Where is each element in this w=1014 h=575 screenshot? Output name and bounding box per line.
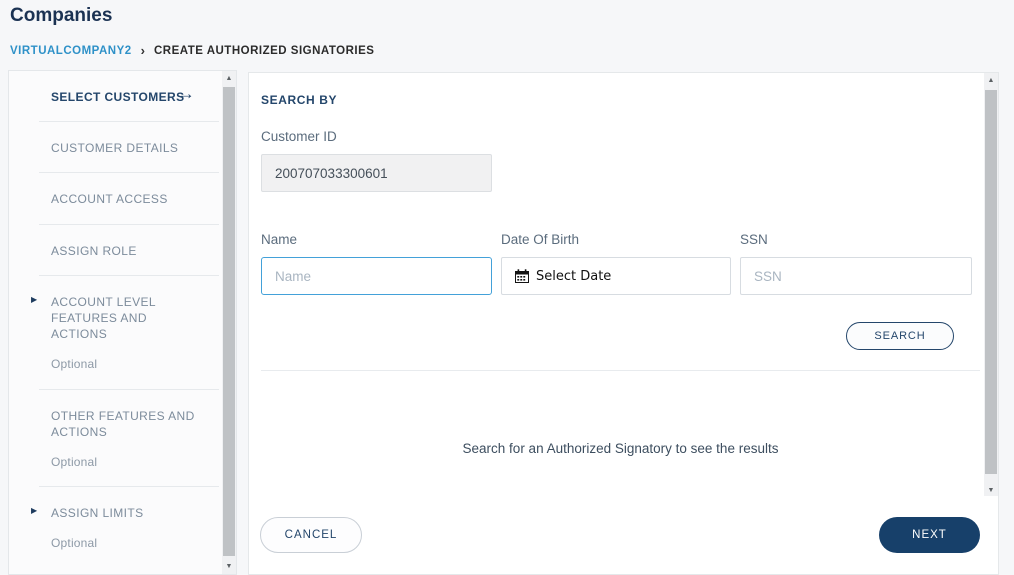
customer-id-label: Customer ID <box>261 129 337 144</box>
results-scrollbar-thumb[interactable] <box>985 90 997 474</box>
customer-id-block: Customer ID <box>261 129 958 192</box>
ssn-label: SSN <box>740 232 768 247</box>
sidebar-scrollbar-thumb[interactable] <box>223 87 235 556</box>
sidebar-scrollbar[interactable]: ▲ ▼ <box>222 71 236 574</box>
scroll-up-icon[interactable]: ▲ <box>222 71 236 86</box>
sidebar-item-assign-role[interactable]: ASSIGN ROLE <box>9 225 222 276</box>
next-button[interactable]: NEXT <box>879 517 980 553</box>
sidebar-item-optional-tag: Optional <box>51 536 98 551</box>
search-fields-row: Name Date Of Birth <box>261 232 972 295</box>
customer-id-field <box>261 154 492 192</box>
sidebar-item-assign-limits[interactable]: ▶ ASSIGN LIMITS Optional <box>9 487 222 568</box>
breadcrumb-company-link[interactable]: VIRTUALCOMPANY2 <box>10 45 132 57</box>
sidebar-item-label: OTHER FEATURES AND ACTIONS <box>51 408 195 439</box>
sidebar-item-account-level-features[interactable]: ▶ ACCOUNT LEVEL FEATURES AND ACTIONS Opt… <box>9 276 222 390</box>
cancel-button[interactable]: CANCEL <box>260 517 362 553</box>
results-scrollbar[interactable]: ▲ ▼ <box>984 73 998 498</box>
breadcrumb: VIRTUALCOMPANY2 › CREATE AUTHORIZED SIGN… <box>10 42 375 58</box>
breadcrumb-current: CREATE AUTHORIZED SIGNATORIES <box>154 45 375 57</box>
ssn-field[interactable] <box>740 257 972 295</box>
sidebar-item-optional-tag: Optional <box>51 454 98 469</box>
sidebar-item-select-customers[interactable]: SELECT CUSTOMERS → <box>9 71 222 123</box>
name-field-group: Name <box>261 232 492 295</box>
scroll-down-icon[interactable]: ▼ <box>222 559 236 574</box>
empty-results-message: Search for an Authorized Signatory to se… <box>462 441 779 456</box>
calendar-icon <box>515 269 529 283</box>
sidebar-item-label: CUSTOMER DETAILS <box>51 141 179 156</box>
expand-triangle-icon[interactable]: ▶ <box>31 506 38 517</box>
sidebar-item-label: ASSIGN LIMITS <box>51 506 144 521</box>
name-field[interactable] <box>261 257 492 295</box>
ssn-field-group: SSN <box>740 232 972 295</box>
scroll-up-icon[interactable]: ▲ <box>984 73 998 88</box>
date-picker-placeholder: Select Date <box>536 268 612 284</box>
results-divider <box>261 370 980 371</box>
sidebar-item-other-features[interactable]: OTHER FEATURES AND ACTIONS Optional <box>9 390 222 488</box>
search-button-row: SEARCH <box>261 322 958 350</box>
create-signatories-panel: SEARCH BY Customer ID Name Date Of Birth <box>248 72 999 575</box>
sidebar-item-customer-details[interactable]: CUSTOMER DETAILS <box>9 122 222 174</box>
sidebar-item-label: ACCOUNT ACCESS <box>51 192 168 207</box>
search-by-heading: SEARCH BY <box>261 93 338 107</box>
sidebar-item-account-access[interactable]: ACCOUNT ACCESS <box>9 173 222 225</box>
search-form: SEARCH BY Customer ID Name Date Of Birth <box>249 73 998 456</box>
wizard-steps-list: SELECT CUSTOMERS → CUSTOMER DETAILS ACCO… <box>9 71 222 574</box>
companies-screen: Companies VIRTUALCOMPANY2 › CREATE AUTHO… <box>0 0 1014 575</box>
search-scroll-area: SEARCH BY Customer ID Name Date Of Birth <box>249 73 998 499</box>
wizard-steps-sidebar: SELECT CUSTOMERS → CUSTOMER DETAILS ACCO… <box>8 70 237 575</box>
expand-triangle-icon[interactable]: ▶ <box>31 295 38 306</box>
search-button[interactable]: SEARCH <box>846 322 954 350</box>
chevron-right-icon: › <box>140 42 145 58</box>
sidebar-item-optional-tag: Optional <box>51 357 98 372</box>
dob-field-group: Date Of Birth Select Date <box>501 232 731 295</box>
page-title: Companies <box>10 5 113 26</box>
wizard-footer: CANCEL NEXT <box>249 496 998 574</box>
date-picker-field[interactable]: Select Date <box>501 257 731 295</box>
arrow-right-icon: → <box>177 84 195 103</box>
sidebar-item-label: ACCOUNT LEVEL FEATURES AND ACTIONS <box>51 294 156 342</box>
name-label: Name <box>261 232 298 247</box>
sidebar-item-label: ASSIGN ROLE <box>51 243 137 258</box>
dob-label: Date Of Birth <box>501 232 580 247</box>
